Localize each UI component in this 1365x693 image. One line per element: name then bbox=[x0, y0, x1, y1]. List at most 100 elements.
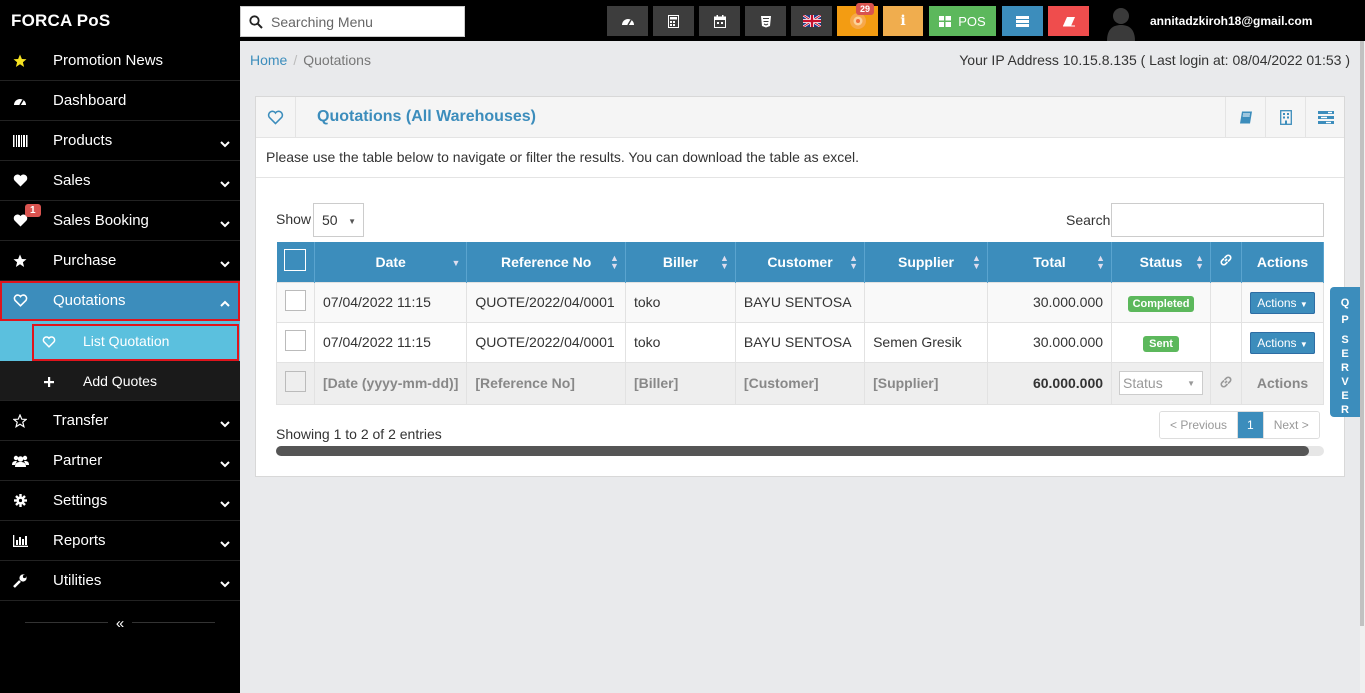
sidebar-item-products[interactable]: Products bbox=[0, 121, 240, 161]
css3-icon bbox=[760, 15, 771, 27]
breadcrumb-home-link[interactable]: Home bbox=[250, 52, 287, 68]
row-select-cell[interactable] bbox=[276, 321, 315, 363]
cell-total: 30.000.000 bbox=[986, 281, 1113, 323]
qp-server-tab[interactable]: Q P S E R V E R bbox=[1330, 287, 1360, 417]
column-label: Customer bbox=[767, 253, 833, 270]
quotations-box: Quotations (All Warehouses) Please use t… bbox=[255, 96, 1345, 477]
filter-supplier[interactable]: [Supplier] bbox=[864, 361, 988, 405]
chevron-down-icon bbox=[220, 495, 230, 512]
filter-biller[interactable]: [Biller] bbox=[624, 361, 736, 405]
sidebar-item-partner[interactable]: Partner bbox=[0, 441, 240, 481]
sidebar-item-settings[interactable]: Settings bbox=[0, 481, 240, 521]
table-row[interactable]: 07/04/2022 11:15 QUOTE/2022/04/0001 toko… bbox=[276, 281, 1324, 323]
page-length-select[interactable]: 50 ▼ bbox=[313, 203, 364, 237]
horizontal-scrollbar[interactable] bbox=[276, 446, 1324, 456]
filter-reference-no[interactable]: [Reference No] bbox=[466, 361, 626, 405]
filter-status-cell: Status ▼ bbox=[1111, 361, 1212, 405]
sort-icon: ▲ ▼ bbox=[1096, 253, 1106, 271]
sidebar-item-list-quotation[interactable]: List Quotation bbox=[32, 324, 239, 361]
list-button[interactable] bbox=[1002, 6, 1043, 36]
user-menu[interactable]: annitadzkiroh18@gmail.com bbox=[1103, 0, 1312, 41]
actions-label: Actions bbox=[1257, 296, 1297, 310]
chevron-down-icon bbox=[220, 455, 230, 472]
cell-biller: toko bbox=[624, 281, 736, 323]
table-search-input[interactable] bbox=[1111, 203, 1324, 237]
footer-checkbox[interactable] bbox=[285, 371, 306, 392]
sidebar-item-quotations[interactable]: Quotations bbox=[0, 281, 240, 321]
search-icon bbox=[241, 14, 271, 29]
pagination-previous[interactable]: < Previous bbox=[1160, 412, 1239, 438]
scrollbar-thumb[interactable] bbox=[1360, 41, 1364, 626]
cell-date: 07/04/2022 11:15 bbox=[313, 281, 468, 323]
pagination-next[interactable]: Next > bbox=[1262, 412, 1319, 438]
info-button[interactable]: i bbox=[883, 6, 923, 36]
row-select-cell[interactable] bbox=[276, 281, 315, 323]
sidebar-collapse-button[interactable]: « bbox=[108, 612, 132, 634]
calendar-button[interactable] bbox=[699, 6, 740, 36]
menu-search-input[interactable] bbox=[271, 13, 456, 30]
column-status[interactable]: Status ▲ ▼ bbox=[1111, 242, 1212, 282]
user-email[interactable]: annitadzkiroh18@gmail.com bbox=[1150, 14, 1312, 28]
footer-actions: Actions bbox=[1241, 361, 1324, 405]
sidebar-item-transfer[interactable]: Transfer bbox=[0, 401, 240, 441]
sidebar-item-sales-booking[interactable]: 1 Sales Booking bbox=[0, 201, 240, 241]
language-button[interactable] bbox=[791, 6, 832, 36]
actions-dropdown-button[interactable]: Actions ▼ bbox=[1250, 332, 1315, 354]
sidebar-item-reports[interactable]: Reports bbox=[0, 521, 240, 561]
notification-button[interactable]: 29 bbox=[837, 3, 878, 36]
info-icon: i bbox=[900, 13, 906, 29]
tasks-button[interactable] bbox=[1305, 97, 1345, 137]
sidebar-item-promotion-news[interactable]: Promotion News bbox=[0, 41, 240, 81]
column-customer[interactable]: Customer ▲ ▼ bbox=[735, 242, 866, 282]
column-attachment bbox=[1210, 242, 1243, 282]
scrollbar-thumb[interactable] bbox=[276, 446, 1309, 456]
eraser-button[interactable] bbox=[1048, 6, 1089, 36]
list-icon bbox=[1016, 15, 1029, 27]
row-checkbox[interactable] bbox=[285, 290, 306, 311]
notification-count-badge: 29 bbox=[855, 3, 874, 15]
select-all-checkbox[interactable] bbox=[284, 249, 307, 272]
row-checkbox[interactable] bbox=[285, 330, 306, 351]
sidebar-item-sales[interactable]: Sales bbox=[0, 161, 240, 201]
select-all-header[interactable] bbox=[276, 242, 315, 282]
book-button[interactable] bbox=[1225, 97, 1265, 137]
filter-customer[interactable]: [Customer] bbox=[734, 361, 866, 405]
calculator-button[interactable] bbox=[653, 6, 694, 36]
pagination-page-1[interactable]: 1 bbox=[1238, 412, 1263, 438]
user-avatar[interactable] bbox=[1103, 0, 1139, 41]
table-row[interactable]: 07/04/2022 11:15 QUOTE/2022/04/0001 toko… bbox=[276, 321, 1324, 363]
cell-biller: toko bbox=[624, 321, 736, 363]
sidebar-item-label: Promotion News bbox=[53, 52, 164, 69]
column-total[interactable]: Total ▲ ▼ bbox=[987, 242, 1113, 282]
brand-logo[interactable]: FORCA PoS bbox=[11, 11, 110, 31]
dashboard-button[interactable] bbox=[607, 6, 648, 36]
cell-attachment bbox=[1210, 321, 1243, 363]
sidebar-item-add-quotes[interactable]: Add Quotes bbox=[0, 361, 240, 401]
sidebar-item-label: Quotations bbox=[53, 292, 126, 309]
column-supplier[interactable]: Supplier ▲ ▼ bbox=[864, 242, 988, 282]
column-date[interactable]: Date ▼ bbox=[314, 242, 468, 282]
status-filter-select[interactable]: Status ▼ bbox=[1119, 371, 1204, 395]
actions-label: Actions bbox=[1257, 336, 1297, 350]
column-label: Supplier bbox=[897, 253, 954, 270]
chevron-down-icon bbox=[220, 415, 230, 432]
calculator-icon bbox=[668, 14, 679, 28]
sidebar-item-label: Purchase bbox=[53, 252, 117, 269]
sidebar-item-dashboard[interactable]: Dashboard bbox=[0, 81, 240, 121]
css3-button[interactable] bbox=[745, 6, 786, 36]
column-biller[interactable]: Biller ▲ ▼ bbox=[625, 242, 736, 282]
sidebar-item-purchase[interactable]: Purchase bbox=[0, 241, 240, 281]
star-icon bbox=[10, 254, 30, 268]
chevron-down-icon bbox=[220, 135, 230, 152]
actions-dropdown-button[interactable]: Actions ▼ bbox=[1250, 292, 1315, 314]
sidebar-item-utilities[interactable]: Utilities bbox=[0, 561, 240, 601]
building-button[interactable] bbox=[1265, 97, 1305, 137]
cell-customer: BAYU SENTOSA bbox=[734, 281, 866, 323]
vertical-scrollbar[interactable] bbox=[1360, 41, 1365, 693]
menu-search[interactable] bbox=[240, 6, 465, 37]
filter-date[interactable]: [Date (yyyy-mm-dd)] bbox=[313, 361, 468, 405]
filter-select-cell bbox=[276, 361, 315, 405]
column-reference-no[interactable]: Reference No ▲ ▼ bbox=[466, 242, 626, 282]
pos-button[interactable]: POS bbox=[929, 6, 996, 36]
sidebar-item-label: Transfer bbox=[53, 412, 109, 429]
